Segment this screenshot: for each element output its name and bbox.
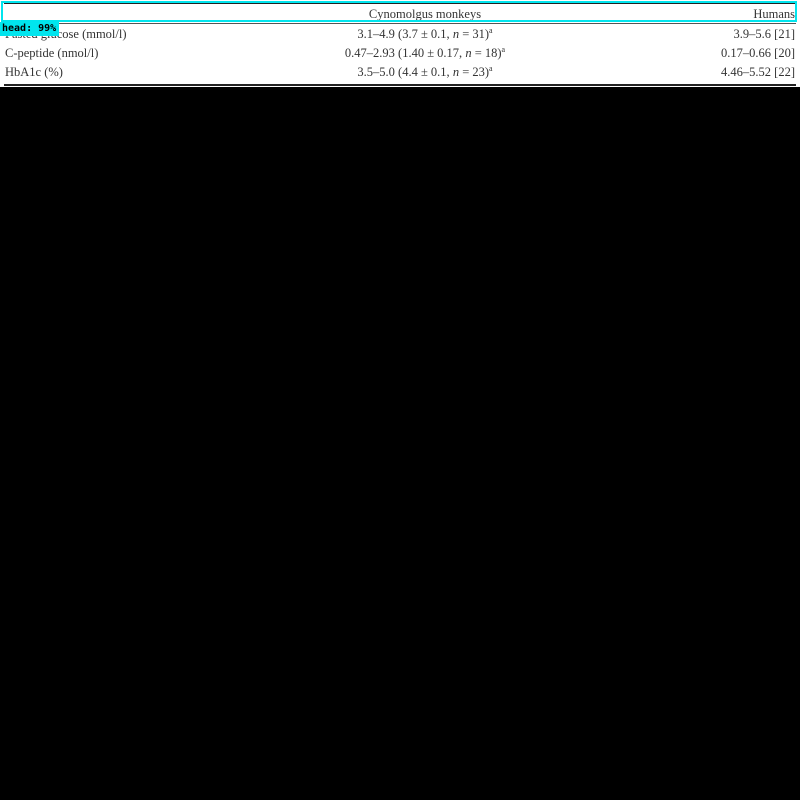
header-humans: Humans xyxy=(753,7,795,21)
cell-value: 3.1–4.9 (3.7 ± 0.1, xyxy=(357,27,453,41)
table-header-rule xyxy=(4,23,796,24)
detection-label: head: 99% xyxy=(0,22,60,36)
cell-monkey-hba1c: 3.5–5.0 (4.4 ± 0.1, n = 23)a xyxy=(260,64,590,80)
header-cynomolgus-monkeys: Cynomolgus monkeys xyxy=(368,7,482,21)
cell-value: 0.47–2.93 (1.40 ± 0.17, xyxy=(344,46,466,60)
footnote-marker: a xyxy=(489,26,493,35)
table-image: Cynomolgus monkeys Humans Fasted glucose… xyxy=(0,0,800,87)
footnote-marker: a xyxy=(489,64,493,73)
cell-monkey-fasted-glucose: 3.1–4.9 (3.7 ± 0.1, n = 31)a xyxy=(260,26,590,42)
cell-value-tail: = 23) xyxy=(459,65,490,79)
row-label-hba1c: HbA1c (%) xyxy=(5,65,63,79)
table-bottom-rule xyxy=(4,84,796,86)
cell-human-hba1c: 4.46–5.52 [22] xyxy=(721,65,795,79)
cell-human-c-peptide: 0.17–0.66 [20] xyxy=(721,46,795,60)
footnote-marker: a xyxy=(501,45,506,54)
row-label-c-peptide: C-peptide (nmol/l) xyxy=(5,46,99,60)
cell-value: 3.5–5.0 (4.4 ± 0.1, xyxy=(357,65,453,79)
table-top-rule xyxy=(4,3,796,4)
cell-value-tail: = 18) xyxy=(471,46,502,60)
cell-human-fasted-glucose: 3.9–5.6 [21] xyxy=(733,27,795,41)
cell-monkey-c-peptide: 0.47–2.93 (1.40 ± 0.17, n = 18)a xyxy=(260,45,590,61)
cell-value-tail: = 31) xyxy=(459,27,490,41)
